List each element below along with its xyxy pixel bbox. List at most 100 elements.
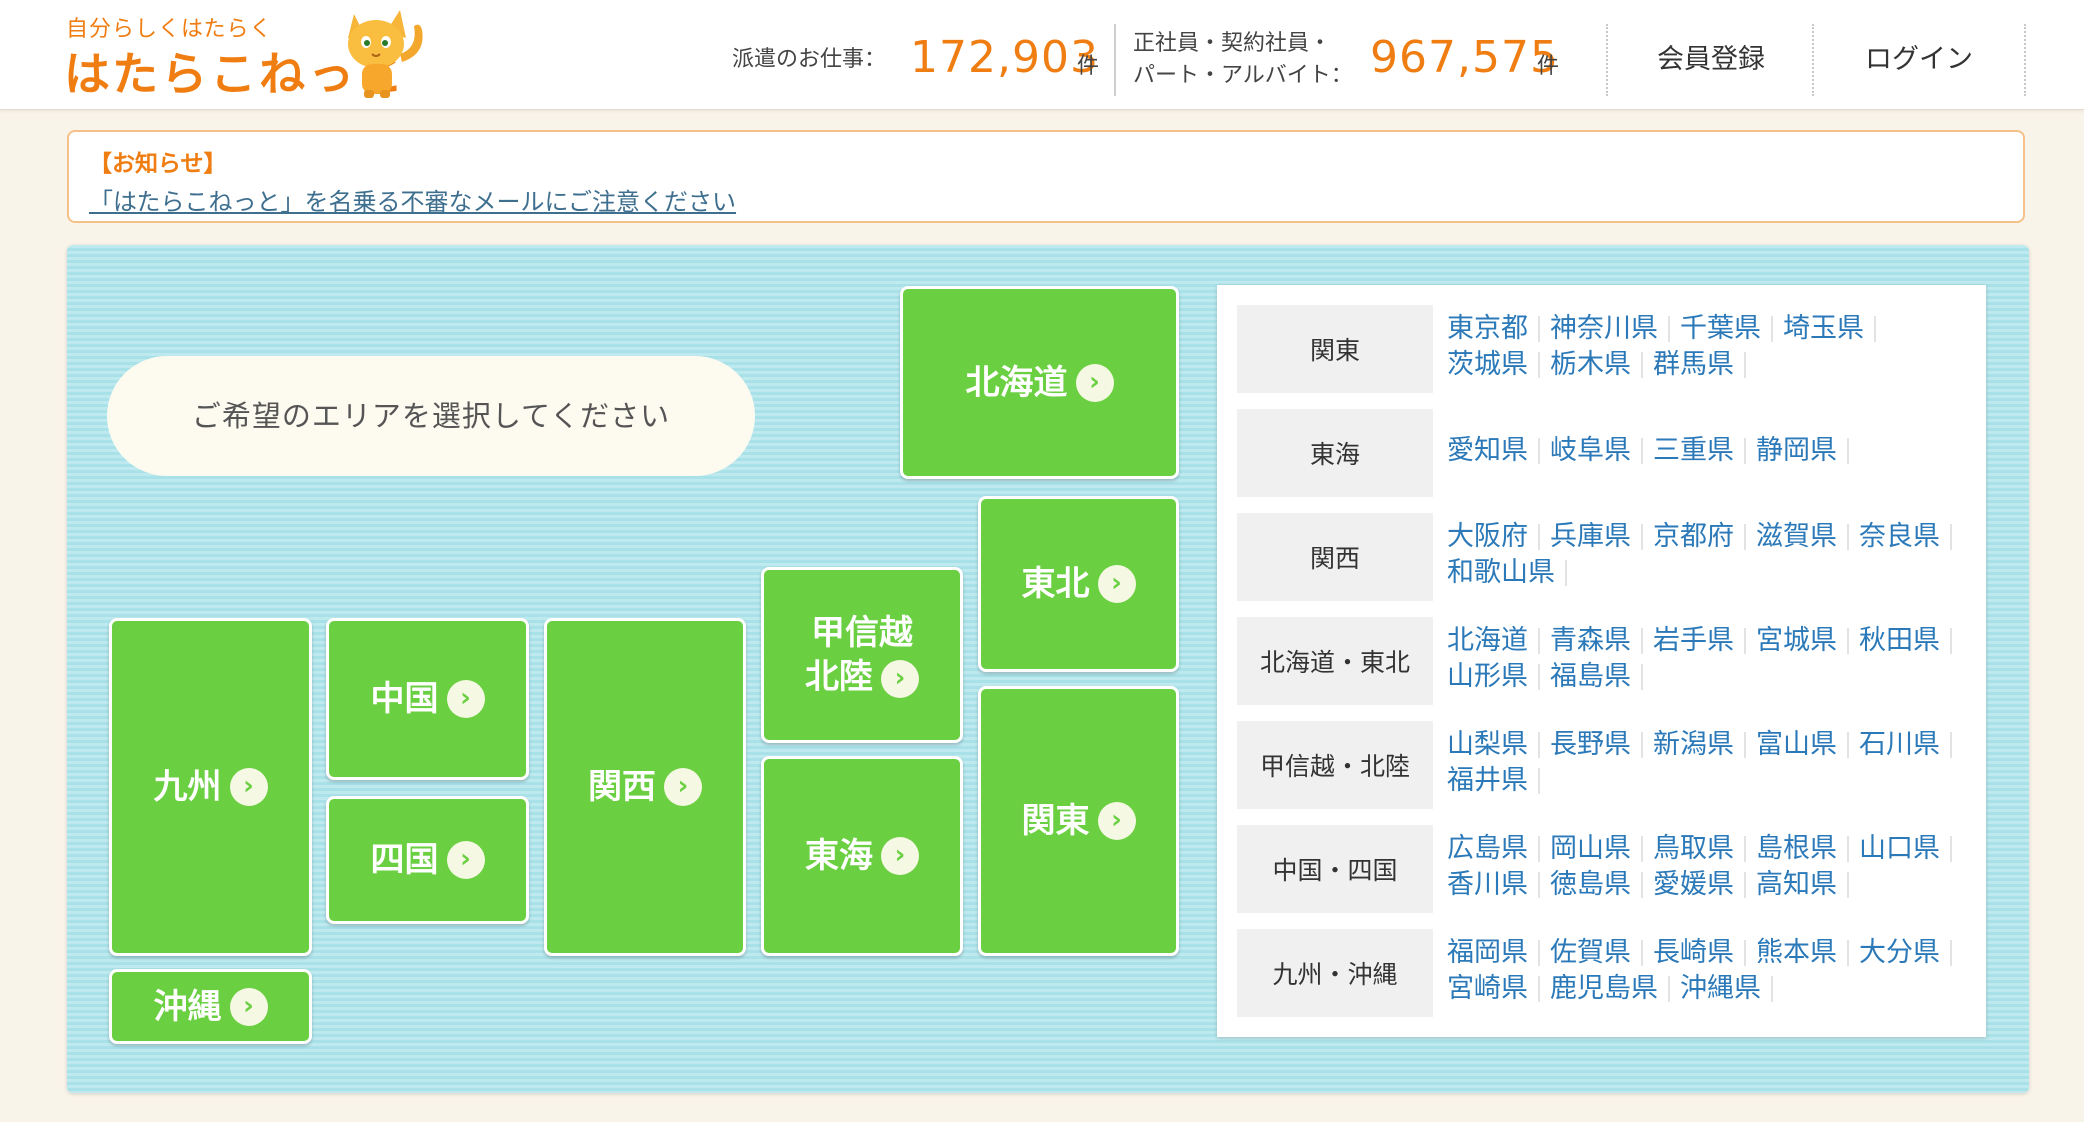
region-label: 北陸	[805, 657, 873, 697]
prefecture-link[interactable]: 滋賀県	[1756, 523, 1849, 550]
prefecture-link[interactable]: 石川県	[1859, 731, 1952, 758]
prefecture-link[interactable]: 茨城県	[1447, 351, 1540, 378]
prefecture-region-name: 甲信越・北陸	[1237, 721, 1433, 809]
region-label: 甲信越	[811, 613, 913, 653]
chevron-right-icon: ›	[446, 680, 485, 718]
region-label: 関西	[588, 767, 656, 807]
prefecture-link[interactable]: 山形県	[1447, 663, 1540, 690]
prefecture-link[interactable]: 栃木県	[1550, 351, 1643, 378]
chevron-right-icon: ›	[881, 659, 919, 698]
prefecture-link[interactable]: 香川県	[1447, 871, 1540, 898]
seishain-label-line2: パート・アルバイト：	[1133, 63, 1353, 88]
prefecture-link[interactable]: 長崎県	[1653, 939, 1746, 966]
region-button-kyushu[interactable]: 九州 ›	[109, 618, 312, 956]
prefecture-link[interactable]: 佐賀県	[1550, 939, 1643, 966]
chevron-right-icon: ›	[1097, 565, 1136, 603]
chevron-right-icon: ›	[664, 768, 702, 806]
prefecture-link[interactable]: 奈良県	[1859, 523, 1952, 550]
prefecture-region-name: 中国・四国	[1237, 825, 1433, 913]
region-label: 中国	[370, 679, 439, 719]
prefecture-link[interactable]: 新潟県	[1653, 731, 1746, 758]
region-button-kanto[interactable]: 関東 ›	[978, 686, 1179, 956]
haken-count: 172,903	[910, 32, 1099, 83]
prefecture-links: 広島県 岡山県 鳥取県 島根県 山口県香川県 徳島県 愛媛県 高知県	[1447, 831, 1977, 903]
prefecture-links: 東京都 神奈川県 千葉県 埼玉県茨城県 栃木県 群馬県	[1447, 311, 1977, 383]
chevron-right-icon: ›	[881, 837, 919, 875]
region-button-hokkaido[interactable]: 北海道 ›	[900, 286, 1179, 479]
prefecture-link[interactable]: 広島県	[1447, 835, 1540, 862]
prefecture-link[interactable]: 岡山県	[1550, 835, 1643, 862]
prefecture-link[interactable]: 福井県	[1447, 767, 1540, 794]
prefecture-link[interactable]: 千葉県	[1680, 315, 1773, 342]
prefecture-link[interactable]: 熊本県	[1756, 939, 1849, 966]
prefecture-link[interactable]: 徳島県	[1550, 871, 1643, 898]
region-button-okinawa[interactable]: 沖縄 ›	[109, 969, 312, 1044]
region-label: 東海	[805, 836, 873, 876]
prefecture-link[interactable]: 静岡県	[1756, 437, 1849, 464]
region-button-shikoku[interactable]: 四国 ›	[326, 796, 529, 924]
prefecture-link[interactable]: 沖縄県	[1680, 975, 1773, 1002]
region-button-kansai[interactable]: 関西 ›	[544, 618, 746, 956]
prefecture-link[interactable]: 鹿児島県	[1550, 975, 1670, 1002]
region-label: 沖縄	[153, 986, 222, 1027]
prefecture-link[interactable]: 岐阜県	[1550, 437, 1643, 464]
prefecture-region-name: 北海道・東北	[1237, 617, 1433, 705]
prefecture-links: 福岡県 佐賀県 長崎県 熊本県 大分県宮崎県 鹿児島県 沖縄県	[1447, 935, 1977, 1007]
region-label: 関東	[1021, 801, 1090, 841]
prefecture-link[interactable]: 神奈川県	[1550, 315, 1670, 342]
prefecture-region-name: 九州・沖縄	[1237, 929, 1433, 1017]
prefecture-link[interactable]: 山口県	[1859, 835, 1952, 862]
region-button-koshinetsu-hokuriku[interactable]: 甲信越 北陸 ›	[761, 567, 963, 743]
seishain-label-line1: 正社員・契約社員・	[1133, 31, 1332, 56]
register-button[interactable]: 会員登録	[1608, 24, 1814, 96]
notice-link[interactable]: 「はたらこねっと」を名乗る不審なメールにご注意ください	[89, 182, 736, 217]
prefecture-link[interactable]: 宮崎県	[1447, 975, 1540, 1002]
region-label: 北海道	[965, 362, 1068, 403]
prefecture-link[interactable]: 宮城県	[1756, 627, 1849, 654]
prefecture-links: 山梨県 長野県 新潟県 富山県 石川県福井県	[1447, 727, 1977, 799]
prefecture-link[interactable]: 和歌山県	[1447, 559, 1567, 586]
prefecture-link[interactable]: 北海道	[1447, 627, 1540, 654]
prefecture-link[interactable]: 富山県	[1756, 731, 1849, 758]
prefecture-link[interactable]: 愛知県	[1447, 437, 1540, 464]
region-button-chugoku[interactable]: 中国 ›	[326, 618, 529, 780]
haken-label: 派遣のお仕事：	[732, 47, 887, 72]
prefecture-link[interactable]: 群馬県	[1653, 351, 1746, 378]
area-select-prompt: ご希望のエリアを選択してください	[107, 356, 755, 476]
prefecture-link[interactable]: 愛媛県	[1653, 871, 1746, 898]
prefecture-link[interactable]: 三重県	[1653, 437, 1746, 464]
chevron-right-icon: ›	[446, 841, 485, 879]
chevron-right-icon: ›	[229, 987, 268, 1026]
login-button[interactable]: ログイン	[1814, 24, 2024, 96]
region-label: 四国	[370, 840, 439, 880]
prefecture-link[interactable]: 鳥取県	[1653, 835, 1746, 862]
prefecture-link[interactable]: 青森県	[1550, 627, 1643, 654]
prefecture-links: 愛知県 岐阜県 三重県 静岡県	[1447, 433, 1977, 469]
area-map-panel: ご希望のエリアを選択してください 北海道 › 東北 › 甲信越 北陸 › 関東 › 東海…	[67, 245, 2029, 1093]
prefecture-link[interactable]: 埼玉県	[1783, 315, 1876, 342]
haken-unit: 件	[1077, 54, 1100, 79]
prefecture-link[interactable]: 岩手県	[1653, 627, 1746, 654]
prefecture-link[interactable]: 島根県	[1756, 835, 1849, 862]
region-label: 九州	[153, 767, 222, 807]
site-header: 自分らしくはたらく はたらこねっと 派遣のお仕事： 172,903 件 正社員・…	[0, 0, 2084, 110]
region-button-tokai[interactable]: 東海 ›	[761, 756, 963, 956]
prefecture-link[interactable]: 大分県	[1859, 939, 1952, 966]
prefecture-links: 大阪府 兵庫県 京都府 滋賀県 奈良県和歌山県	[1447, 519, 1977, 591]
region-button-tohoku[interactable]: 東北 ›	[978, 496, 1179, 672]
chevron-right-icon: ›	[1075, 363, 1114, 402]
prefecture-link[interactable]: 大阪府	[1447, 523, 1540, 550]
prefecture-link[interactable]: 福島県	[1550, 663, 1643, 690]
notice-title: 【お知らせ】	[89, 151, 227, 177]
seishain-unit: 件	[1537, 54, 1560, 79]
prefecture-link[interactable]: 長野県	[1550, 731, 1643, 758]
seishain-count: 967,575	[1370, 32, 1559, 83]
prefecture-link[interactable]: 秋田県	[1859, 627, 1952, 654]
prefecture-link[interactable]: 京都府	[1653, 523, 1746, 550]
prefecture-link[interactable]: 山梨県	[1447, 731, 1540, 758]
prefecture-link[interactable]: 東京都	[1447, 315, 1540, 342]
prefecture-link[interactable]: 福岡県	[1447, 939, 1540, 966]
prefecture-link[interactable]: 高知県	[1756, 871, 1849, 898]
prefecture-link[interactable]: 兵庫県	[1550, 523, 1643, 550]
header-divider	[2024, 24, 2026, 96]
